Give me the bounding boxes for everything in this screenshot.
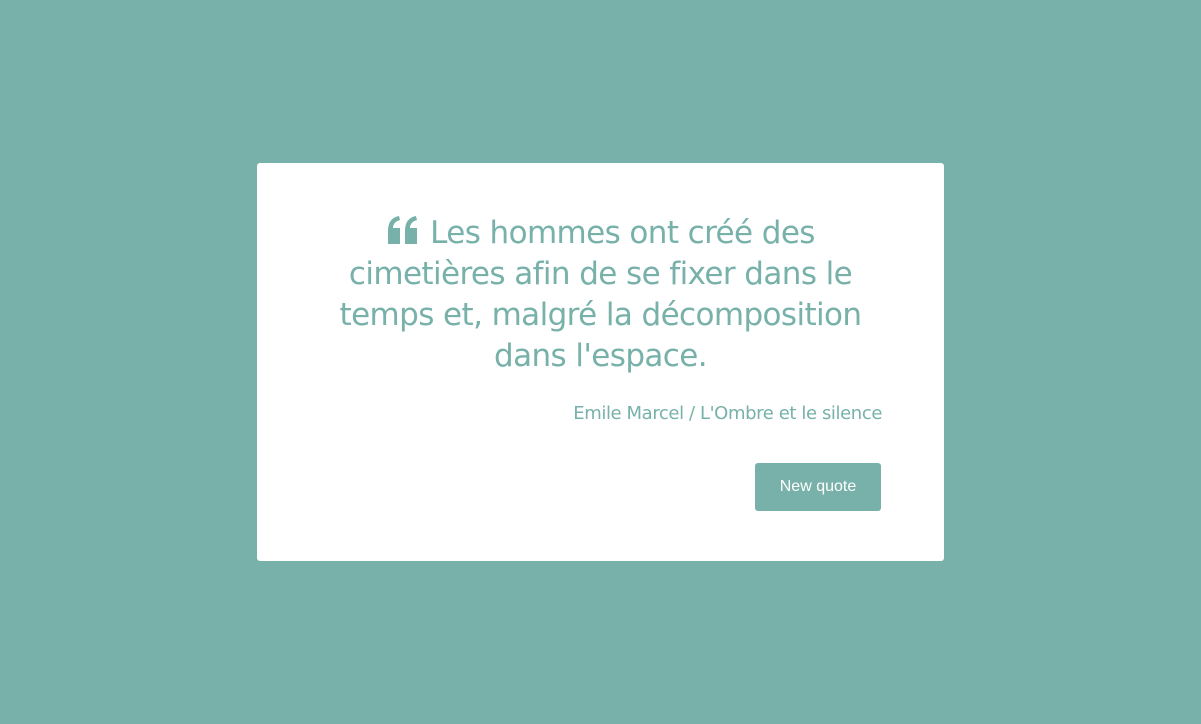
- quote-left-icon: [386, 215, 420, 245]
- quote-card: Les hommes ont créé des cimetières afin …: [257, 163, 944, 561]
- quote-author: Emile Marcel / L'Ombre et le silence: [573, 403, 882, 424]
- quote-text-block: Les hommes ont créé des cimetières afin …: [312, 213, 889, 377]
- new-quote-button[interactable]: New quote: [755, 463, 881, 511]
